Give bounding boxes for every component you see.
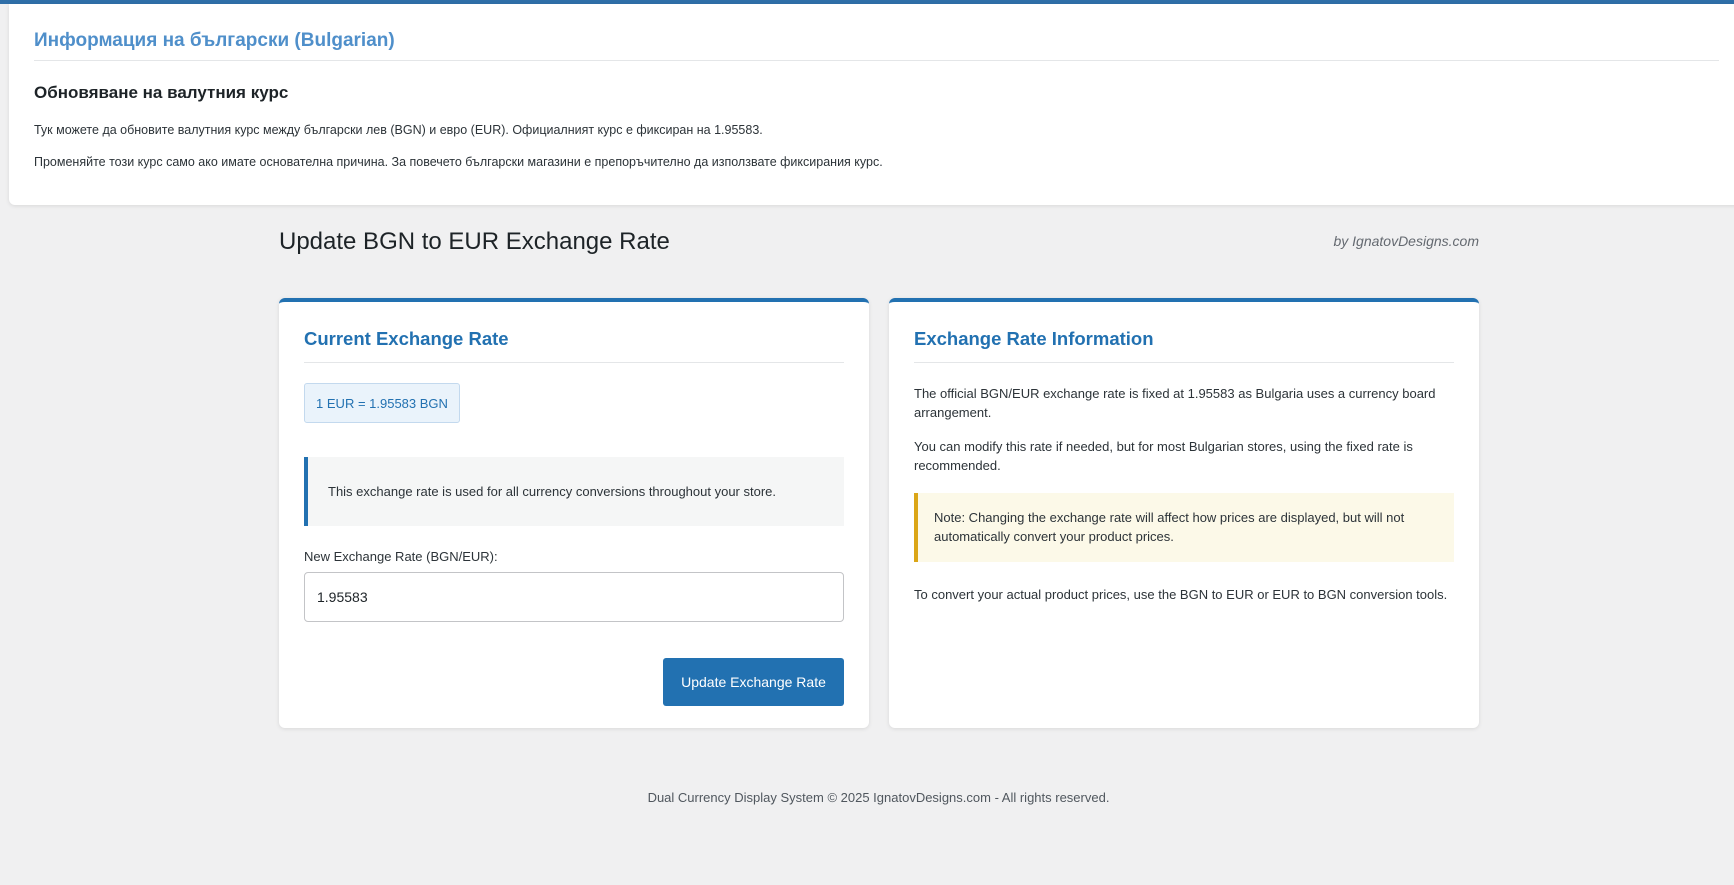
divider [304, 362, 844, 363]
info-paragraph: You can modify this rate if needed, but … [914, 439, 1413, 473]
bulgarian-info-panel: Информация на български (Bulgarian) Обно… [9, 4, 1734, 205]
page-credit: by IgnatovDesigns.com [1333, 233, 1479, 249]
page-title: Update BGN to EUR Exchange Rate [279, 228, 670, 255]
bulgarian-info-subtitle: Обновяване на валутния курс [34, 83, 289, 102]
bulgarian-info-title: Информация на български (Bulgarian) [34, 30, 395, 51]
card-title: Exchange Rate Information [914, 328, 1154, 349]
current-rate-card: Current Exchange Rate 1 EUR = 1.95583 BG… [279, 298, 869, 728]
exchange-rate-label: New Exchange Rate (BGN/EUR): [304, 549, 498, 564]
info-paragraph: To convert your actual product prices, u… [914, 587, 1448, 602]
warning-notice: Note: Changing the exchange rate will af… [914, 493, 1454, 562]
card-title: Current Exchange Rate [304, 328, 509, 349]
exchange-rate-input[interactable] [304, 572, 844, 622]
current-rate-badge: 1 EUR = 1.95583 BGN [304, 383, 460, 423]
divider [914, 362, 1454, 363]
footer: Dual Currency Display System © 2025 Igna… [647, 790, 1110, 805]
bulgarian-info-paragraph: Променяйте този курс само ако имате осно… [34, 155, 883, 169]
info-notice: This exchange rate is used for all curre… [304, 457, 844, 526]
exchange-rate-info-card: Exchange Rate Information The official B… [889, 298, 1479, 728]
update-exchange-rate-button[interactable]: Update Exchange Rate [663, 658, 844, 706]
divider [34, 60, 1719, 61]
bulgarian-info-paragraph: Тук можете да обновите валутния курс меж… [34, 123, 763, 137]
info-paragraph: The official BGN/EUR exchange rate is fi… [914, 386, 1436, 420]
